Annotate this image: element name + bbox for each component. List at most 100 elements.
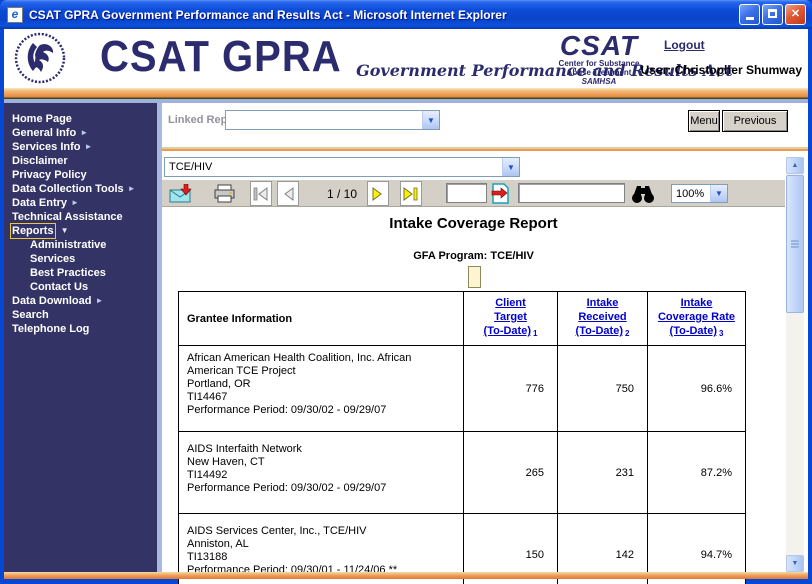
chevron-down-icon[interactable]: ▼ xyxy=(710,185,727,202)
previous-page-icon xyxy=(280,187,296,201)
table-row: AIDS Interfaith Network New Haven, CT TI… xyxy=(179,432,746,514)
csat-acronym: CSAT xyxy=(544,33,654,59)
next-page-icon xyxy=(370,187,386,201)
scroll-down-icon: ▼ xyxy=(792,560,799,567)
sidebar-item-home-page[interactable]: Home Page xyxy=(4,112,157,126)
logout-link[interactable]: Logout xyxy=(664,38,705,52)
previous-page-button[interactable] xyxy=(277,181,299,206)
csat-logo: CSAT Center for Substance Abuse Treatmen… xyxy=(544,33,654,87)
content-orange-separator xyxy=(162,147,808,151)
sidebar-item-administrative[interactable]: Administrative xyxy=(4,238,157,252)
sidebar-item-disclaimer[interactable]: Disclaimer xyxy=(4,154,157,168)
client-target-header[interactable]: Client Target (To-Date)1 xyxy=(464,292,558,346)
chevron-down-icon: ▼ xyxy=(61,226,69,235)
first-page-button[interactable] xyxy=(250,181,272,206)
client-target-cell: 776 xyxy=(464,346,558,432)
export-icon[interactable] xyxy=(169,184,193,203)
close-icon: ✕ xyxy=(791,8,800,20)
main-content: Linked Reports: ▼ Menu Previous TCE/HIV … xyxy=(162,103,808,572)
intake-received-cell: 750 xyxy=(558,346,648,432)
report-program-value: TCE/HIV xyxy=(165,161,502,173)
maximize-icon xyxy=(768,9,777,18)
bottom-orange-bar xyxy=(4,572,808,579)
sidebar-item-services[interactable]: Services xyxy=(4,252,157,266)
chevron-down-icon[interactable]: ▼ xyxy=(502,158,519,176)
coverage-rate-cell: 87.2% xyxy=(648,432,746,514)
scrollbar-thumb[interactable] xyxy=(786,175,804,313)
grantee-info-cell: AIDS Interfaith Network New Haven, CT TI… xyxy=(179,432,464,514)
menu-button[interactable]: Menu xyxy=(688,110,720,132)
app-header: CSAT GPRA Government Performance and Res… xyxy=(4,29,808,88)
scroll-up-icon: ▲ xyxy=(792,162,799,169)
sidebar-item-privacy-policy[interactable]: Privacy Policy xyxy=(4,168,157,182)
print-icon[interactable] xyxy=(213,184,236,203)
footnote-3: 3 xyxy=(719,329,723,338)
report-title: Intake Coverage Report xyxy=(162,215,785,232)
internet-explorer-icon[interactable]: e xyxy=(7,7,23,23)
goto-page-icon[interactable] xyxy=(490,183,511,204)
scroll-down-button[interactable]: ▼ xyxy=(786,555,804,572)
linked-reports-select[interactable]: ▼ xyxy=(225,110,440,130)
csat-line1: Center for Substance xyxy=(544,59,654,68)
hhs-logo xyxy=(14,32,67,85)
report-toolbar: 1 / 10 xyxy=(162,180,785,207)
sidebar-item-reports[interactable]: Reports ▼ xyxy=(4,224,157,238)
user-label: User: Christopher Shumway xyxy=(641,63,802,77)
minimize-icon xyxy=(746,17,754,20)
sidebar-item-general-info[interactable]: General Info► xyxy=(4,126,157,140)
sidebar-item-contact-us[interactable]: Contact Us xyxy=(4,280,157,294)
csat-line2: Abuse Treatment xyxy=(544,68,654,77)
chevron-right-icon: ► xyxy=(84,142,92,151)
header-orange-bar xyxy=(4,88,808,99)
zoom-level-select[interactable]: 100% ▼ xyxy=(671,184,728,203)
report-subtitle: GFA Program: TCE/HIV xyxy=(162,250,785,262)
sidebar-item-services-info[interactable]: Services Info► xyxy=(4,140,157,154)
vertical-scrollbar[interactable]: ▲ ▼ xyxy=(786,157,804,572)
search-text-input[interactable] xyxy=(518,183,625,203)
intake-received-header[interactable]: Intake Received (To-Date)2 xyxy=(558,292,648,346)
table-row: African American Health Coalition, Inc. … xyxy=(179,346,746,432)
footnote-2: 2 xyxy=(625,329,629,338)
chevron-right-icon: ► xyxy=(95,296,103,305)
sidebar-item-search[interactable]: Search xyxy=(4,308,157,322)
scrollbar-grip xyxy=(791,240,799,242)
page-indicator: 1 / 10 xyxy=(314,187,370,201)
table-header-row: Grantee Information Client Target (To-Da… xyxy=(179,292,746,346)
report-placeholder-box xyxy=(468,266,481,288)
last-page-icon xyxy=(402,187,420,201)
chevron-right-icon: ► xyxy=(80,128,88,137)
minimize-button[interactable] xyxy=(739,4,760,25)
last-page-button[interactable] xyxy=(400,181,422,206)
close-button[interactable]: ✕ xyxy=(785,4,806,25)
report-table: Grantee Information Client Target (To-Da… xyxy=(178,291,746,584)
grantee-information-header: Grantee Information xyxy=(179,292,464,346)
grantee-info-cell: African American Health Coalition, Inc. … xyxy=(179,346,464,432)
scroll-up-button[interactable]: ▲ xyxy=(786,157,804,174)
maximize-button[interactable] xyxy=(762,4,783,25)
search-binoculars-icon[interactable] xyxy=(631,183,655,204)
csat-samhsa: SAMHSA xyxy=(544,77,654,87)
app-title: CSAT GPRA xyxy=(100,33,342,82)
zoom-level-value: 100% xyxy=(672,188,710,200)
title-bar: e CSAT GPRA Government Performance and R… xyxy=(0,0,812,29)
first-page-icon xyxy=(252,187,270,201)
next-page-button[interactable] xyxy=(367,181,389,206)
client-target-cell: 265 xyxy=(464,432,558,514)
footnote-1: 1 xyxy=(533,329,537,338)
report-program-select[interactable]: TCE/HIV ▼ xyxy=(164,157,520,177)
sidebar-item-technical-assistance[interactable]: Technical Assistance xyxy=(4,210,157,224)
chevron-down-icon[interactable]: ▼ xyxy=(422,111,439,129)
window-title: CSAT GPRA Government Performance and Res… xyxy=(29,8,739,22)
sidebar-item-data-download[interactable]: Data Download► xyxy=(4,294,157,308)
sidebar-item-data-entry[interactable]: Data Entry► xyxy=(4,196,157,210)
browser-window: e CSAT GPRA Government Performance and R… xyxy=(0,0,812,584)
sidebar-item-data-collection-tools[interactable]: Data Collection Tools► xyxy=(4,182,157,196)
previous-button[interactable]: Previous xyxy=(722,110,788,132)
sidebar-item-best-practices[interactable]: Best Practices xyxy=(4,266,157,280)
chevron-right-icon: ► xyxy=(128,184,136,193)
page-number-input[interactable] xyxy=(446,183,487,203)
coverage-rate-cell: 96.6% xyxy=(648,346,746,432)
intake-received-cell: 231 xyxy=(558,432,648,514)
sidebar-item-telephone-log[interactable]: Telephone Log xyxy=(4,322,157,336)
intake-coverage-rate-header[interactable]: Intake Coverage Rate (To-Date)3 xyxy=(648,292,746,346)
